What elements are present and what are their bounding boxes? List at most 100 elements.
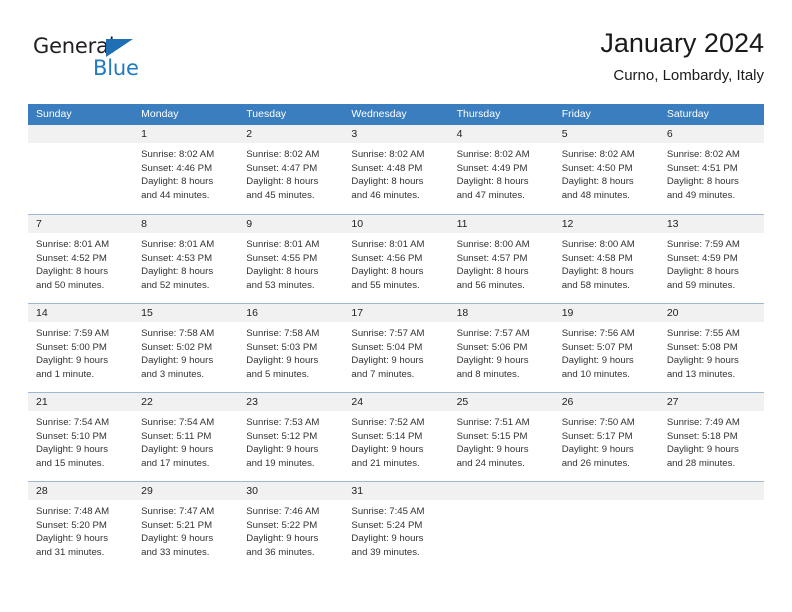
day-cell-14[interactable]: 14 Sunrise: 7:59 AM Sunset: 5:00 PM Dayligh… (28, 304, 134, 392)
calendar-week-row: 7 Sunrise: 8:01 AM Sunset: 4:52 PM Daylight… (28, 214, 764, 303)
daylight-text: Daylight: 9 hours (666, 355, 739, 367)
daylight-text: Daylight: 9 hours (351, 533, 424, 545)
day-number: 7 (36, 218, 42, 230)
weekday-header-monday: Monday (141, 108, 179, 120)
day-number: 14 (36, 307, 48, 319)
daylight-text-cont: and 33 minutes. (141, 546, 210, 558)
daylight-text: Daylight: 8 hours (246, 176, 319, 188)
daylight-text: Daylight: 8 hours (141, 176, 214, 188)
day-cell-empty (448, 482, 554, 570)
blue-triangle-icon (106, 39, 133, 57)
sunset-text: Sunset: 5:20 PM (36, 519, 107, 531)
day-number: 24 (351, 396, 364, 408)
day-details: Sunrise: 7:45 AM Sunset: 5:24 PM Daylight:… (343, 500, 448, 559)
day-cell-23[interactable]: 23 Sunrise: 7:53 AM Sunset: 5:12 PM Dayligh… (238, 393, 344, 481)
daylight-text-cont: and 7 minutes. (351, 368, 415, 380)
day-cell-28[interactable]: 28 Sunrise: 7:48 AM Sunset: 5:20 PM Dayligh… (28, 482, 134, 570)
day-cell-6[interactable]: 6 Sunrise: 8:02 AM Sunset: 4:51 PM Daylight… (658, 125, 764, 214)
day-details: Sunrise: 7:48 AM Sunset: 5:20 PM Daylight:… (28, 500, 133, 559)
daylight-text: Daylight: 8 hours (246, 266, 319, 278)
daylight-text-cont: and 52 minutes. (141, 279, 210, 291)
sunset-text: Sunset: 5:03 PM (246, 341, 318, 353)
day-cell-31[interactable]: 31 Sunrise: 7:45 AM Sunset: 5:24 PM Dayligh… (343, 482, 449, 570)
day-details: Sunrise: 8:00 AM Sunset: 4:57 PM Daylight:… (449, 233, 554, 292)
day-cell-25[interactable]: 25 Sunrise: 7:51 AM Sunset: 5:15 PM Dayligh… (448, 393, 554, 481)
daylight-text-cont: and 36 minutes. (246, 546, 315, 558)
day-number-band: 30 (238, 482, 344, 500)
day-details: Sunrise: 7:47 AM Sunset: 5:21 PM Daylight:… (133, 500, 238, 559)
daylight-text: Daylight: 8 hours (456, 266, 529, 278)
day-cell-29[interactable]: 29 Sunrise: 7:47 AM Sunset: 5:21 PM Dayligh… (133, 482, 239, 570)
daylight-text: Daylight: 8 hours (456, 176, 529, 188)
day-cell-15[interactable]: 15 Sunrise: 7:58 AM Sunset: 5:02 PM Dayligh… (133, 304, 239, 392)
day-details: Sunrise: 7:51 AM Sunset: 5:15 PM Daylight:… (449, 411, 554, 470)
day-cell-8[interactable]: 8 Sunrise: 8:01 AM Sunset: 4:53 PM Daylight… (133, 215, 239, 303)
sunset-text: Sunset: 5:21 PM (141, 519, 213, 531)
daylight-text: Daylight: 9 hours (246, 444, 319, 456)
day-cell-empty (553, 482, 659, 570)
day-cell-10[interactable]: 10 Sunrise: 8:01 AM Sunset: 4:56 PM Dayligh… (343, 215, 449, 303)
day-number: 5 (561, 128, 568, 140)
day-cell-17[interactable]: 17 Sunrise: 7:57 AM Sunset: 5:04 PM Dayligh… (343, 304, 449, 392)
sunrise-text: Sunrise: 7:59 AM (666, 239, 740, 250)
day-cell-12[interactable]: 12 Sunrise: 8:00 AM Sunset: 4:58 PM Dayligh… (553, 215, 659, 303)
day-cell-26[interactable]: 26 Sunrise: 7:50 AM Sunset: 5:17 PM Dayligh… (553, 393, 659, 481)
day-details (28, 143, 133, 148)
daylight-text-cont: and 21 minutes. (351, 457, 420, 469)
day-cell-5[interactable]: 5 Sunrise: 8:02 AM Sunset: 4:50 PM Daylight… (553, 125, 659, 214)
day-cell-27[interactable]: 27 Sunrise: 7:49 AM Sunset: 5:18 PM Dayligh… (658, 393, 764, 481)
day-cell-19[interactable]: 19 Sunrise: 7:56 AM Sunset: 5:07 PM Dayligh… (553, 304, 659, 392)
sunset-text: Sunset: 4:59 PM (666, 252, 738, 264)
day-number-band: 29 (133, 482, 239, 500)
day-number-band: 4 (448, 125, 554, 143)
sunset-text: Sunset: 4:58 PM (561, 252, 633, 264)
day-cell-16[interactable]: 16 Sunrise: 7:58 AM Sunset: 5:03 PM Dayligh… (238, 304, 344, 392)
sunrise-text: Sunrise: 8:02 AM (666, 149, 740, 160)
calendar-week-container: 1 Sunrise: 8:02 AM Sunset: 4:46 PM Daylight… (28, 125, 764, 570)
day-cell-11[interactable]: 11 Sunrise: 8:00 AM Sunset: 4:57 PM Dayligh… (448, 215, 554, 303)
day-number-band: 15 (133, 304, 239, 322)
sunrise-text: Sunrise: 7:48 AM (36, 506, 110, 517)
day-number-band: 11 (448, 215, 554, 233)
general-blue-logo[interactable]: General Blue (33, 34, 153, 86)
calendar-grid: Sunday Monday Tuesday Wednesday Thursday Frid… (28, 104, 764, 570)
day-details: Sunrise: 7:59 AM Sunset: 4:59 PM Daylight:… (659, 233, 764, 292)
calendar-week-row: 28 Sunrise: 7:48 AM Sunset: 5:20 PM Dayligh… (28, 481, 764, 570)
day-number: 30 (246, 485, 258, 497)
sunrise-text: Sunrise: 8:02 AM (561, 149, 635, 160)
daylight-text-cont: and 10 minutes. (561, 368, 630, 380)
sunrise-text: Sunrise: 7:51 AM (456, 417, 530, 428)
day-cell-18[interactable]: 18 Sunrise: 7:57 AM Sunset: 5:06 PM Dayligh… (448, 304, 554, 392)
day-cell-24[interactable]: 24 Sunrise: 7:52 AM Sunset: 5:14 PM Dayligh… (343, 393, 449, 481)
day-cell-30[interactable]: 30 Sunrise: 7:46 AM Sunset: 5:22 PM Dayligh… (238, 482, 344, 570)
day-number: 4 (456, 128, 463, 140)
day-number-band: 2 (238, 125, 344, 143)
daylight-text: Daylight: 9 hours (561, 355, 634, 367)
day-number: 10 (351, 218, 364, 230)
day-cell-empty (28, 125, 134, 214)
day-cell-7[interactable]: 7 Sunrise: 8:01 AM Sunset: 4:52 PM Daylight… (28, 215, 134, 303)
day-cell-3[interactable]: 3 Sunrise: 8:02 AM Sunset: 4:48 PM Daylight… (343, 125, 449, 214)
day-details (449, 500, 554, 505)
day-cell-2[interactable]: 2 Sunrise: 8:02 AM Sunset: 4:47 PM Daylight… (238, 125, 344, 214)
day-details: Sunrise: 7:57 AM Sunset: 5:06 PM Daylight:… (449, 322, 554, 381)
day-details: Sunrise: 8:00 AM Sunset: 4:58 PM Daylight:… (554, 233, 659, 292)
day-cell-20[interactable]: 20 Sunrise: 7:55 AM Sunset: 5:08 PM Dayligh… (658, 304, 764, 392)
sunrise-text: Sunrise: 7:55 AM (666, 328, 740, 339)
calendar-week-row: 14 Sunrise: 7:59 AM Sunset: 5:00 PM Dayligh… (28, 303, 764, 392)
day-cell-4[interactable]: 4 Sunrise: 8:02 AM Sunset: 4:49 PM Daylight… (448, 125, 554, 214)
day-number: 12 (561, 218, 574, 230)
daylight-text-cont: and 3 minutes. (141, 368, 205, 380)
day-cell-22[interactable]: 22 Sunrise: 7:54 AM Sunset: 5:11 PM Dayligh… (133, 393, 239, 481)
day-cell-21[interactable]: 21 Sunrise: 7:54 AM Sunset: 5:10 PM Dayligh… (28, 393, 134, 481)
day-number-band: 26 (553, 393, 659, 411)
day-cell-13[interactable]: 13 Sunrise: 7:59 AM Sunset: 4:59 PM Dayligh… (658, 215, 764, 303)
day-details: Sunrise: 8:02 AM Sunset: 4:49 PM Daylight:… (449, 143, 554, 202)
daylight-text: Daylight: 8 hours (666, 176, 739, 188)
day-cell-9[interactable]: 9 Sunrise: 8:01 AM Sunset: 4:55 PM Daylight… (238, 215, 344, 303)
day-number-band: 12 (553, 215, 659, 233)
sunrise-text: Sunrise: 7:53 AM (246, 417, 320, 428)
day-number-band: 22 (133, 393, 239, 411)
day-cell-1[interactable]: 1 Sunrise: 8:02 AM Sunset: 4:46 PM Daylight… (133, 125, 239, 214)
day-details: Sunrise: 8:01 AM Sunset: 4:56 PM Daylight:… (343, 233, 448, 292)
